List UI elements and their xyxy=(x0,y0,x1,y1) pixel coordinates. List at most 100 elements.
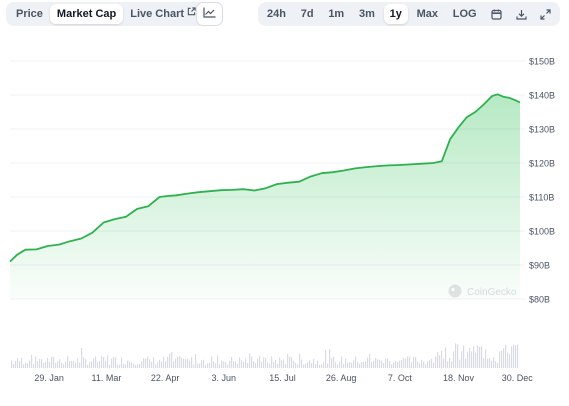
y-tick-label: $120B xyxy=(529,159,555,169)
volume-bar xyxy=(99,361,101,368)
volume-bar xyxy=(499,351,501,368)
volume-bar xyxy=(219,364,221,368)
coingecko-watermark: CoinGecko xyxy=(448,284,517,298)
expand-icon[interactable] xyxy=(535,4,557,24)
range-24h[interactable]: 24h xyxy=(261,4,292,24)
volume-bar xyxy=(49,361,51,368)
volume-bar xyxy=(255,363,257,368)
market-cap-chart: $80B $90B $100B $110B $120B $130B $140B $150B 2… xyxy=(0,40,569,401)
volume-bar xyxy=(229,360,231,368)
volume-bar xyxy=(475,352,477,368)
volume-bar xyxy=(159,359,161,368)
volume-bar xyxy=(149,359,151,368)
volume-bar xyxy=(187,358,189,368)
volume-bar xyxy=(117,364,119,368)
volume-bar xyxy=(31,354,33,368)
y-tick-label: $100B xyxy=(529,227,555,237)
tab-price[interactable]: Price xyxy=(9,4,50,24)
volume-bar xyxy=(25,362,27,368)
volume-bar xyxy=(17,358,19,368)
volume-bar xyxy=(357,361,359,368)
volume-bar xyxy=(103,357,105,368)
tab-market-cap[interactable]: Market Cap xyxy=(49,4,124,24)
volume-bar xyxy=(327,363,329,368)
volume-bar xyxy=(351,362,353,368)
volume-bar xyxy=(183,358,185,368)
volume-bar xyxy=(441,350,443,368)
volume-bar xyxy=(513,344,515,368)
volume-bar xyxy=(81,348,83,368)
volume-bar xyxy=(177,356,179,368)
volume-bar xyxy=(69,361,71,368)
volume-bar xyxy=(261,361,263,368)
volume-bar xyxy=(431,358,433,368)
volume-bar xyxy=(161,361,163,368)
volume-bar xyxy=(269,363,271,368)
volume-bar xyxy=(399,360,401,368)
volume-bar xyxy=(47,358,49,368)
volume-bar xyxy=(279,357,281,368)
volume-bar xyxy=(11,360,13,368)
volume-bar xyxy=(485,349,487,368)
volume-bar xyxy=(297,364,299,368)
volume-bar xyxy=(235,361,237,368)
volume-bar xyxy=(291,357,293,368)
volume-bar xyxy=(77,358,79,368)
volume-bar xyxy=(79,362,81,368)
volume-bar xyxy=(507,352,509,368)
volume-bar xyxy=(283,359,285,368)
download-icon[interactable] xyxy=(510,4,532,24)
volume-bar xyxy=(195,354,197,368)
volume-bar xyxy=(477,345,479,368)
volume-bar xyxy=(227,364,229,368)
volume-bar xyxy=(275,359,277,368)
volume-bar xyxy=(109,364,111,368)
volume-bar xyxy=(39,358,41,368)
volume-bar xyxy=(13,363,15,368)
volume-bar xyxy=(141,361,143,368)
volume-bar xyxy=(213,361,215,368)
chart-canvas: $80B $90B $100B $110B $120B $130B $140B $150B 2… xyxy=(9,57,555,383)
volume-bar xyxy=(67,355,69,368)
volume-bar xyxy=(471,351,473,368)
tab-live-chart[interactable]: Live Chart xyxy=(123,4,203,24)
volume-bar xyxy=(209,362,211,368)
volume-bar xyxy=(429,360,431,368)
volume-bar xyxy=(453,351,455,368)
chart-type-button[interactable] xyxy=(196,2,223,26)
volume-bar xyxy=(241,360,243,368)
volume-bar xyxy=(175,358,177,368)
calendar-icon[interactable] xyxy=(485,4,507,24)
volume-bar xyxy=(517,344,519,368)
volume-bar xyxy=(381,360,383,368)
volume-bar xyxy=(301,359,303,368)
volume-bar xyxy=(371,361,373,368)
range-3m[interactable]: 3m xyxy=(353,4,381,24)
volume-bar xyxy=(313,359,315,368)
volume-bar xyxy=(407,356,409,368)
volume-bar xyxy=(331,358,333,368)
volume-bar xyxy=(305,363,307,368)
volume-bar xyxy=(343,363,345,368)
range-1m[interactable]: 1m xyxy=(322,4,350,24)
range-1y[interactable]: 1y xyxy=(383,4,408,24)
y-tick-label: $130B xyxy=(529,125,555,135)
volume-bar xyxy=(15,361,17,368)
volume-bar xyxy=(165,361,167,368)
volume-bar xyxy=(501,350,503,368)
volume-bar xyxy=(93,358,95,368)
volume-bar xyxy=(85,359,87,368)
volume-bar xyxy=(155,364,157,368)
scale-log[interactable]: LOG xyxy=(447,4,483,24)
volume-bar xyxy=(369,353,371,368)
volume-bar xyxy=(317,360,319,368)
range-max[interactable]: Max xyxy=(411,4,444,24)
range-7d[interactable]: 7d xyxy=(295,4,320,24)
volume-bar xyxy=(121,357,123,368)
volume-bar xyxy=(391,364,393,368)
volume-bar xyxy=(203,359,205,368)
volume-bar xyxy=(185,359,187,368)
volume-bar xyxy=(29,360,31,368)
volume-bar xyxy=(387,358,389,368)
volume-bar xyxy=(281,360,283,368)
